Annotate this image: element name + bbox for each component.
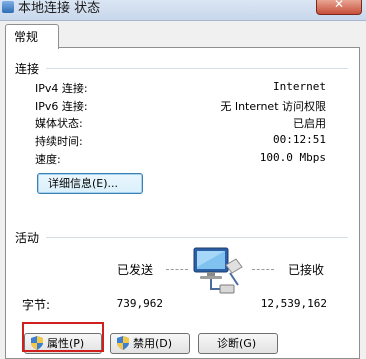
- tab-general[interactable]: 常规: [5, 24, 59, 49]
- highlight-box: [22, 322, 104, 352]
- media-state-label: 媒体状态:: [35, 117, 83, 130]
- ipv4-label: IPv4 连接:: [35, 82, 88, 95]
- disable-button[interactable]: 禁用(D): [110, 333, 190, 354]
- diagnose-button-label: 诊断(G): [217, 337, 257, 350]
- bytes-label: 字节:: [22, 298, 51, 312]
- ipv6-value: 无 Internet 访问权限: [220, 100, 326, 113]
- shield-icon: [117, 336, 129, 350]
- network-icon: [2, 1, 14, 13]
- close-icon: ✕: [333, 0, 345, 11]
- activity-group-title: 活动: [15, 231, 40, 245]
- ipv4-value: Internet: [273, 80, 326, 93]
- tab-general-label: 常规: [14, 30, 39, 44]
- sent-label: 已发送: [117, 263, 154, 277]
- sent-dash: [166, 269, 188, 271]
- speed-value: 100.0 Mbps: [259, 151, 326, 164]
- ipv6-label: IPv6 连接:: [35, 100, 88, 113]
- diagnose-button[interactable]: 诊断(G): [198, 333, 278, 354]
- tab-panel: 连接 IPv4 连接: Internet IPv6 连接: 无 Internet…: [5, 47, 360, 359]
- duration-label: 持续时间:: [35, 135, 83, 148]
- connection-separator: [46, 68, 348, 69]
- window-title: 本地连接 状态: [18, 1, 101, 16]
- connection-group-title: 连接: [15, 62, 40, 76]
- speed-label: 速度:: [35, 153, 61, 166]
- bytes-received-value: 12,539,162: [260, 297, 327, 310]
- details-button[interactable]: 详细信息(E)...: [37, 173, 143, 194]
- network-computer-icon: [193, 247, 243, 294]
- disable-button-label: 禁用(D): [133, 337, 173, 350]
- received-label: 已接收: [288, 263, 325, 277]
- bytes-sent-value: 739,962: [116, 297, 163, 310]
- activity-separator: [46, 237, 348, 238]
- details-button-label: 详细信息(E)...: [48, 177, 119, 190]
- title-bar: 本地连接 状态 ✕: [0, 0, 366, 21]
- received-dash: [252, 269, 274, 271]
- duration-value: 00:12:51: [273, 133, 326, 146]
- close-button[interactable]: ✕: [316, 0, 362, 15]
- media-state-value: 已启用: [293, 117, 326, 130]
